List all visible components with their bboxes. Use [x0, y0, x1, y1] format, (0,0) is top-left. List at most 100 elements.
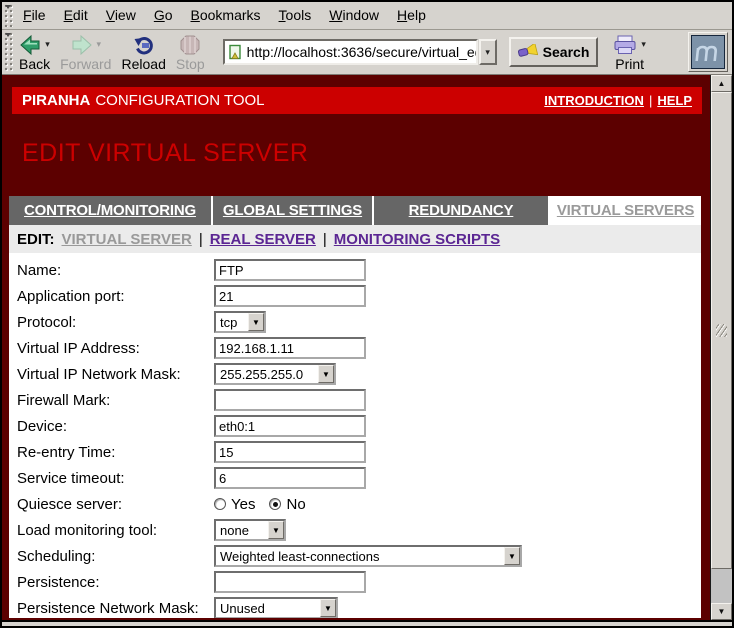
- scroll-down-button[interactable]: ▼: [711, 603, 732, 620]
- menu-edit[interactable]: Edit: [55, 2, 97, 29]
- form-row-persistence: Persistence:: [17, 569, 701, 595]
- menu-window[interactable]: Window: [320, 2, 388, 29]
- subnav-link-monitoring-scripts[interactable]: MONITORING SCRIPTS: [334, 231, 500, 248]
- forward-button[interactable]: ▾ Forward: [55, 32, 116, 73]
- mozilla-logo[interactable]: [688, 32, 728, 72]
- quiesce-server-radio-label-yes: Yes: [231, 496, 255, 513]
- firewall-mark-input[interactable]: [214, 389, 366, 411]
- page-title: EDIT VIRTUAL SERVER: [22, 140, 710, 166]
- forward-label: Forward: [60, 57, 111, 72]
- virtual-ip-network-mask-selected-value: 255.255.255.0: [216, 365, 318, 383]
- persistence-network-mask-select[interactable]: Unused▼: [214, 597, 338, 618]
- virtual-server-form: Name:Application port:Protocol:tcp▼Virtu…: [9, 253, 701, 618]
- mozilla-m-icon: [694, 39, 722, 65]
- back-dropdown-arrow[interactable]: ▾: [45, 39, 50, 50]
- print-label: Print: [615, 57, 644, 72]
- quiesce-server-label: Quiesce server:: [17, 496, 214, 513]
- virtual-ip-network-mask-select-arrow[interactable]: ▼: [318, 365, 334, 383]
- menu-help[interactable]: Help: [388, 2, 435, 29]
- application-port-label: Application port:: [17, 288, 214, 305]
- load-monitoring-tool-select[interactable]: none▼: [214, 519, 286, 541]
- name-label: Name:: [17, 262, 214, 279]
- subnav-separator: |: [323, 231, 327, 248]
- tab-bar: CONTROL/MONITORINGGLOBAL SETTINGSREDUNDA…: [9, 196, 701, 225]
- back-button[interactable]: ▾ Back: [14, 32, 55, 73]
- page-proxy-icon[interactable]: [228, 44, 243, 60]
- virtual-ip-network-mask-select[interactable]: 255.255.255.0▼: [214, 363, 336, 385]
- name-input[interactable]: [214, 259, 366, 281]
- protocol-label: Protocol:: [17, 314, 214, 331]
- forward-icon: [71, 34, 93, 56]
- menu-view[interactable]: View: [97, 2, 145, 29]
- back-label: Back: [19, 57, 50, 72]
- persistence-input[interactable]: [214, 571, 366, 593]
- menu-file[interactable]: File: [14, 2, 55, 29]
- scrollbar-thumb[interactable]: [711, 92, 732, 569]
- scheduling-select[interactable]: Weighted least-connections▼: [214, 545, 522, 567]
- menubar-grippy[interactable]: [4, 4, 13, 27]
- introduction-link[interactable]: INTRODUCTION: [544, 93, 644, 108]
- help-link[interactable]: HELP: [657, 93, 692, 108]
- edit-subnav: EDIT:VIRTUAL SERVER|REAL SERVER|MONITORI…: [9, 225, 701, 253]
- firewall-mark-label: Firewall Mark:: [17, 392, 214, 409]
- menu-go[interactable]: Go: [145, 2, 182, 29]
- form-row-name: Name:: [17, 257, 701, 283]
- service-timeout-input[interactable]: [214, 467, 366, 489]
- stop-button[interactable]: Stop: [171, 32, 210, 73]
- reload-button[interactable]: Reload: [116, 32, 170, 73]
- subnav-link-real-server[interactable]: REAL SERVER: [210, 231, 316, 248]
- url-history-dropdown-button[interactable]: ▾: [479, 39, 497, 65]
- protocol-selected-value: tcp: [216, 313, 248, 331]
- menu-bookmarks[interactable]: Bookmarks: [182, 2, 270, 29]
- subnav-prefix: EDIT:: [17, 231, 55, 248]
- app-brand: PIRANHA CONFIGURATION TOOL: [22, 92, 265, 109]
- stop-label: Stop: [176, 57, 205, 72]
- re-entry-time-input[interactable]: [214, 441, 366, 463]
- tab-virtual-servers[interactable]: VIRTUAL SERVERS: [550, 196, 701, 225]
- forward-dropdown-arrow: ▾: [97, 39, 102, 50]
- protocol-select-arrow[interactable]: ▼: [248, 313, 264, 331]
- device-input[interactable]: [214, 415, 366, 437]
- form-row-virtual-ip-address: Virtual IP Address:: [17, 335, 701, 361]
- brand-bold: PIRANHA: [22, 92, 90, 109]
- form-row-application-port: Application port:: [17, 283, 701, 309]
- virtual-ip-address-label: Virtual IP Address:: [17, 340, 214, 357]
- print-dropdown-arrow[interactable]: ▾: [641, 39, 646, 50]
- print-button[interactable]: ▾ Print: [608, 32, 651, 73]
- tab-redundancy[interactable]: REDUNDANCY: [374, 196, 548, 225]
- scroll-up-button[interactable]: ▲: [711, 75, 732, 92]
- scheduling-label: Scheduling:: [17, 548, 214, 565]
- protocol-select[interactable]: tcp▼: [214, 311, 266, 333]
- form-row-scheduling: Scheduling:Weighted least-connections▼: [17, 543, 701, 569]
- tab-control-monitoring[interactable]: CONTROL/MONITORING: [9, 196, 211, 225]
- tab-global-settings[interactable]: GLOBAL SETTINGS: [213, 196, 372, 225]
- re-entry-time-label: Re-entry Time:: [17, 444, 214, 461]
- virtual-ip-address-input[interactable]: [214, 337, 366, 359]
- form-row-virtual-ip-network-mask: Virtual IP Network Mask:255.255.255.0▼: [17, 361, 701, 387]
- load-monitoring-tool-label: Load monitoring tool:: [17, 522, 214, 539]
- window-bottom-edge: [2, 620, 732, 626]
- application-port-input[interactable]: [214, 285, 366, 307]
- url-text: http://localhost:3636/secure/virtual_edi…: [247, 44, 478, 60]
- search-label: Search: [543, 44, 590, 60]
- subnav-link-virtual-server[interactable]: VIRTUAL SERVER: [62, 231, 192, 248]
- search-button[interactable]: Search: [509, 37, 599, 67]
- stop-icon: [179, 34, 201, 56]
- scrollbar-grip: [716, 324, 727, 337]
- reload-icon: [133, 34, 155, 56]
- menu-tools[interactable]: Tools: [270, 2, 321, 29]
- vertical-scrollbar[interactable]: ▲ ▼: [710, 75, 732, 620]
- app-header-bar: PIRANHA CONFIGURATION TOOL INTRODUCTION …: [12, 87, 702, 114]
- form-row-protocol: Protocol:tcp▼: [17, 309, 701, 335]
- toolbar-grippy[interactable]: [4, 32, 13, 72]
- print-icon: [613, 35, 637, 55]
- persistence-network-mask-select-arrow[interactable]: ▼: [320, 599, 336, 617]
- form-row-re-entry-time: Re-entry Time:: [17, 439, 701, 465]
- scheduling-select-arrow[interactable]: ▼: [504, 547, 520, 565]
- quiesce-server-radio-no[interactable]: [269, 498, 281, 510]
- back-icon: [19, 34, 41, 56]
- load-monitoring-tool-select-arrow[interactable]: ▼: [268, 521, 284, 539]
- url-input[interactable]: http://localhost:3636/secure/virtual_edi…: [223, 39, 478, 65]
- reload-label: Reload: [121, 57, 165, 72]
- quiesce-server-radio-yes[interactable]: [214, 498, 226, 510]
